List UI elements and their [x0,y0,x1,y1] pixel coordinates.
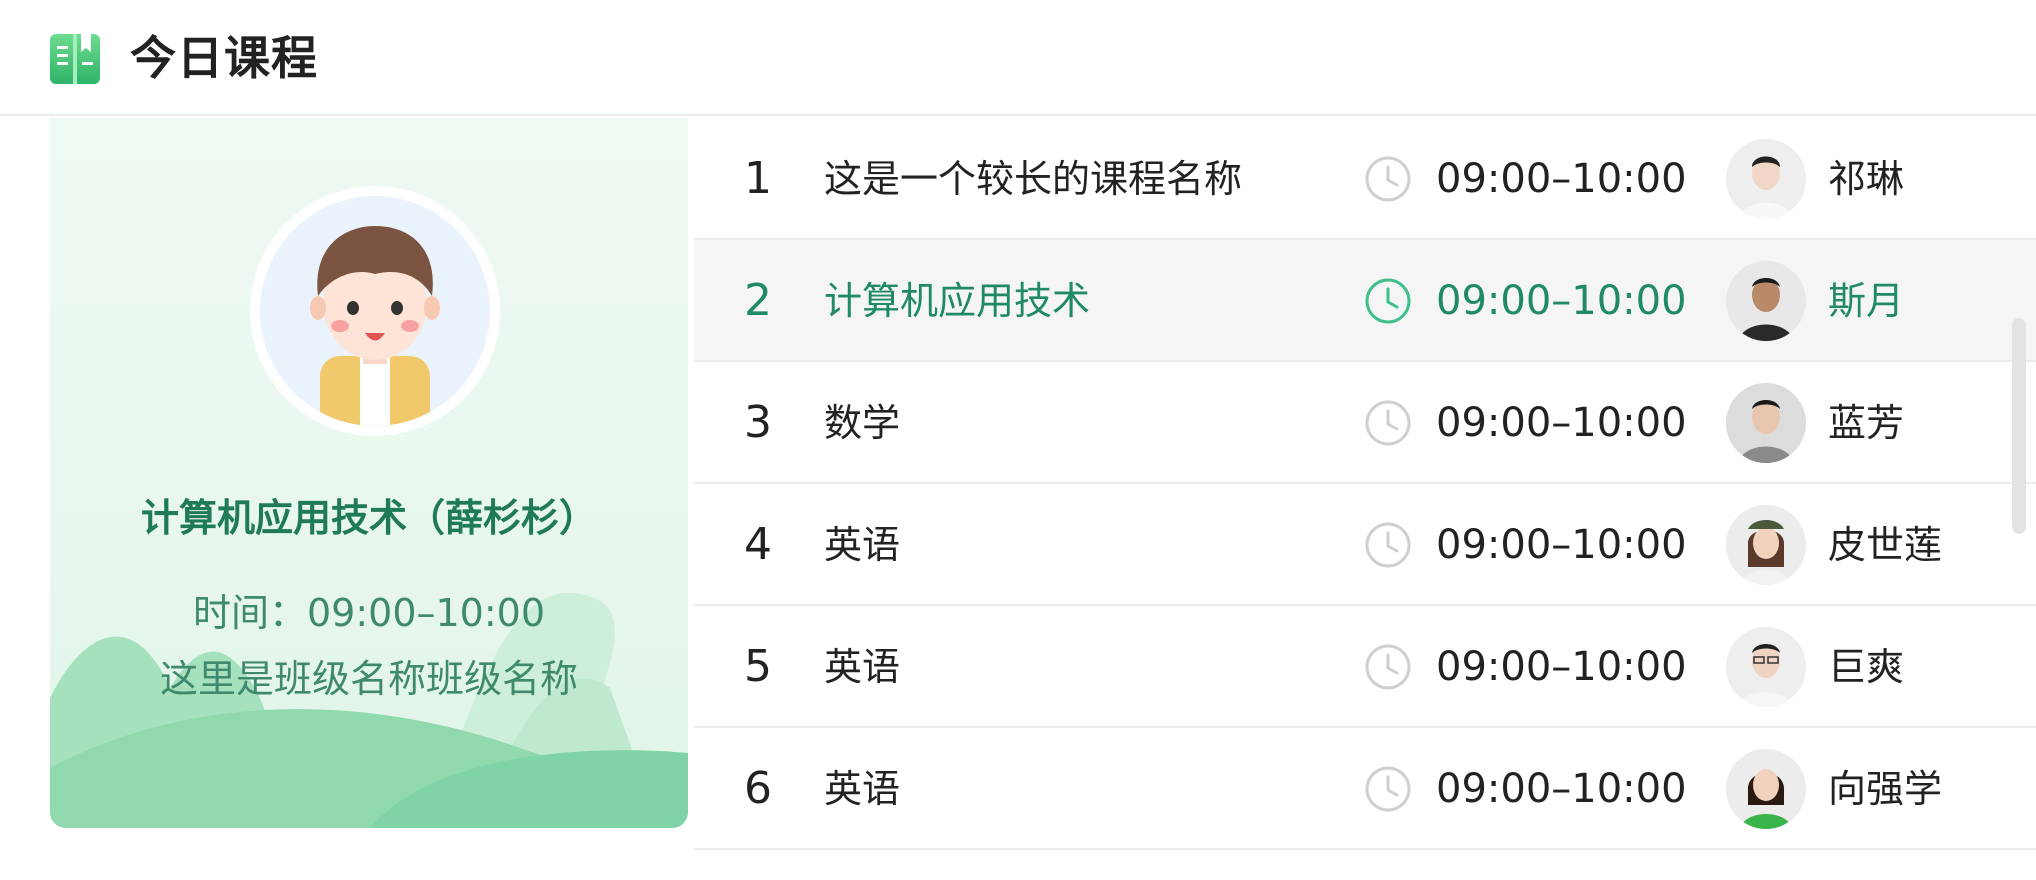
clock-icon [1365,156,1411,202]
course-time: 09:00–10:00 [1436,400,1687,446]
page-title: 今日课程 [130,31,318,85]
clock-icon [1365,522,1411,568]
row-number: 4 [744,519,772,570]
scrollbar[interactable] [2012,318,2026,534]
schedule-row[interactable]: 1 这是一个较长的课程名称 09:00–10:00 祁琳 [694,118,2036,240]
current-course-time: 时间：09:00–10:00 [192,591,546,635]
schedule-row[interactable]: 3 数学 09:00–10:00 蓝芳 [694,362,2036,484]
course-time: 09:00–10:00 [1436,278,1687,324]
teacher-name: 蓝芳 [1828,401,1905,445]
course-name: 这是一个较长的课程名称 [824,157,1243,201]
schedule-row[interactable]: 5 英语 09:00–10:00 巨爽 [694,606,2036,728]
teacher-avatar [1726,627,1806,707]
clock-icon [1365,766,1411,812]
schedule-list: 1 这是一个较长的课程名称 09:00–10:00 祁琳 2 计算机应用技术 0… [694,118,2036,880]
teacher-avatar [1726,383,1806,463]
course-time: 09:00–10:00 [1436,522,1687,568]
teacher-name: 祁琳 [1828,157,1905,201]
course-name: 英语 [824,523,901,567]
current-course-card[interactable]: 计算机应用技术（薛杉杉） 时间：09:00–10:00 这里是班级名称班级名称 [50,118,688,828]
row-number: 3 [744,397,772,448]
schedule-row[interactable]: 4 英语 09:00–10:00 皮世莲 [694,484,2036,606]
course-name: 数学 [824,401,901,445]
current-course-name: 计算机应用技术（薛杉杉） [140,496,597,540]
row-number: 1 [744,153,772,204]
course-time: 09:00–10:00 [1436,766,1687,812]
row-number: 2 [744,275,772,326]
student-avatar-icon [310,226,440,426]
course-time: 09:00–10:00 [1436,644,1687,690]
row-number: 5 [744,641,772,692]
teacher-avatar [1726,505,1806,585]
course-time: 09:00–10:00 [1436,156,1687,202]
schedule-row[interactable]: 6 英语 09:00–10:00 向强学 [694,728,2036,850]
clock-icon [1365,278,1411,324]
clock-icon [1365,644,1411,690]
course-name: 计算机应用技术 [824,279,1091,323]
current-class-name: 这里是班级名称班级名称 [159,657,578,701]
student-avatar [250,186,500,436]
teacher-name: 向强学 [1828,767,1943,811]
course-name: 英语 [824,645,901,689]
course-name: 英语 [824,767,901,811]
teacher-avatar [1726,139,1806,219]
page-header: 今日课程 [0,0,2036,116]
teacher-name: 斯月 [1828,279,1905,323]
teacher-name: 巨爽 [1828,645,1905,689]
row-number: 6 [744,763,772,814]
teacher-avatar [1726,749,1806,829]
clock-icon [1365,400,1411,446]
book-icon [50,34,100,84]
schedule-row-active[interactable]: 2 计算机应用技术 09:00–10:00 斯月 [694,240,2036,362]
teacher-name: 皮世莲 [1828,523,1943,567]
teacher-avatar [1726,261,1806,341]
